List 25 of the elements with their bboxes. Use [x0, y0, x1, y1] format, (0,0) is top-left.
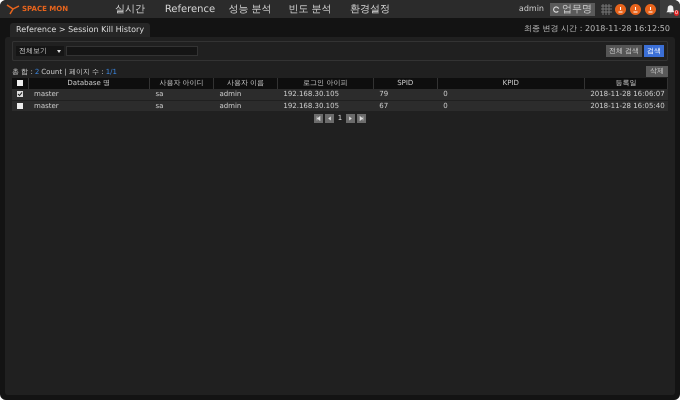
next-page-icon — [348, 116, 354, 121]
previous-page-button[interactable] — [324, 114, 334, 123]
nav-menu-item[interactable]: Reference — [160, 2, 220, 16]
previous-page-icon — [326, 116, 332, 121]
next-page-button[interactable] — [346, 114, 356, 123]
nav-menu-item[interactable]: 실시간 — [100, 2, 160, 16]
row-checkbox[interactable] — [17, 102, 23, 109]
nav-menu-item[interactable]: 빈도 분석 — [280, 2, 340, 16]
first-page-button[interactable] — [314, 114, 323, 123]
last-page-button[interactable] — [357, 114, 366, 123]
logo-icon — [6, 3, 20, 15]
nav-menu-item[interactable]: 성능 분석 — [220, 2, 280, 16]
select-all-checkbox[interactable] — [16, 80, 23, 86]
breadcrumb-tab[interactable]: Reference > Session Kill History — [10, 23, 150, 37]
caret-icon — [57, 50, 61, 52]
first-page-icon — [316, 116, 321, 121]
row-checkbox[interactable] — [17, 91, 23, 98]
last-page-icon — [359, 116, 364, 121]
bell-icon — [666, 4, 674, 14]
run-button[interactable]: 업무명 — [550, 2, 595, 16]
refresh-icon — [553, 6, 560, 12]
user-name: admin — [518, 3, 544, 15]
search-field[interactable] — [66, 46, 198, 56]
nav-menu-item[interactable]: 환경설정 — [340, 2, 400, 16]
last-changed-time: 최종 변경 시간 : 2018-11-28 16:12:50 — [524, 23, 670, 35]
